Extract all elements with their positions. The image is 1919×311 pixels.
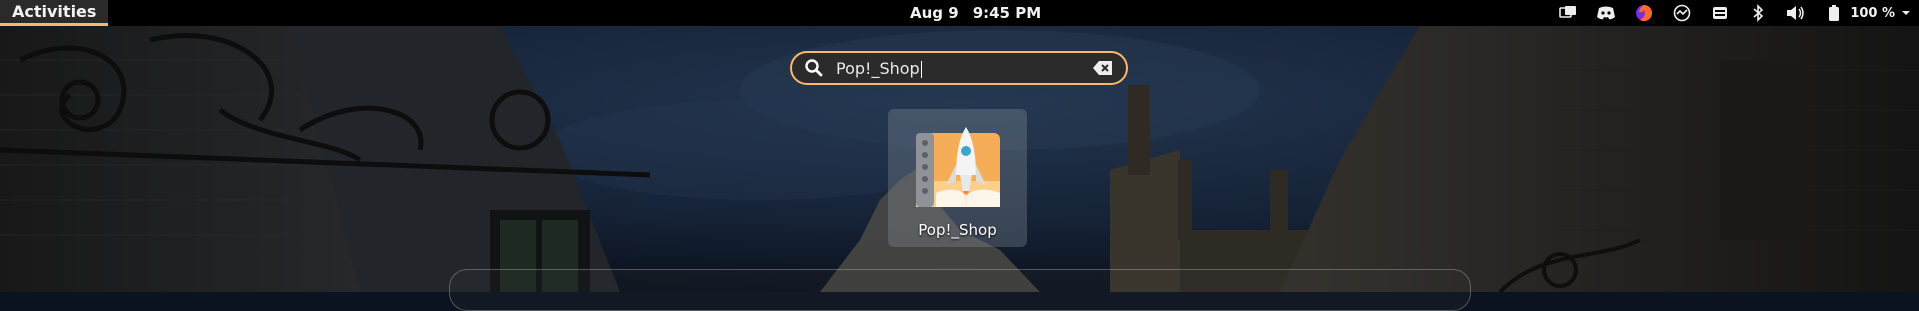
- app-result-label: Pop!_Shop: [918, 221, 997, 239]
- battery-status[interactable]: 100 %: [1824, 3, 1911, 23]
- search-field[interactable]: Pop!_Shop: [790, 51, 1128, 85]
- battery-icon: [1824, 3, 1844, 23]
- firefox-icon[interactable]: [1634, 3, 1654, 23]
- activities-button[interactable]: Activities: [0, 0, 109, 26]
- system-tray: 100 %: [1558, 0, 1911, 26]
- pop-shop-rocket-icon: [916, 127, 1000, 207]
- chevron-down-icon: [1901, 6, 1911, 21]
- battery-percentage: 100 %: [1850, 5, 1895, 21]
- date-label: Aug 9: [910, 4, 959, 22]
- search-icon: [805, 59, 823, 77]
- text-caret: [920, 60, 922, 78]
- search-input[interactable]: Pop!_Shop: [836, 59, 1092, 78]
- search-query-text: Pop!_Shop: [836, 58, 920, 78]
- volume-icon[interactable]: [1786, 3, 1806, 23]
- date-time-button[interactable]: Aug 9 9:45 PM: [910, 0, 1041, 26]
- discord-icon[interactable]: [1596, 3, 1616, 23]
- time-label: 9:45 PM: [972, 4, 1042, 22]
- keyboard-icon[interactable]: [1710, 3, 1730, 23]
- clear-search-icon[interactable]: [1092, 59, 1114, 77]
- app-indicator-icon[interactable]: [1672, 3, 1692, 23]
- app-result-pop-shop[interactable]: Pop!_Shop: [888, 109, 1027, 247]
- dash-container: [449, 269, 1471, 311]
- top-bar: Activities Aug 9 9:45 PM 100 %: [0, 0, 1919, 26]
- workspaces-icon[interactable]: [1558, 3, 1578, 23]
- bluetooth-icon[interactable]: [1748, 3, 1768, 23]
